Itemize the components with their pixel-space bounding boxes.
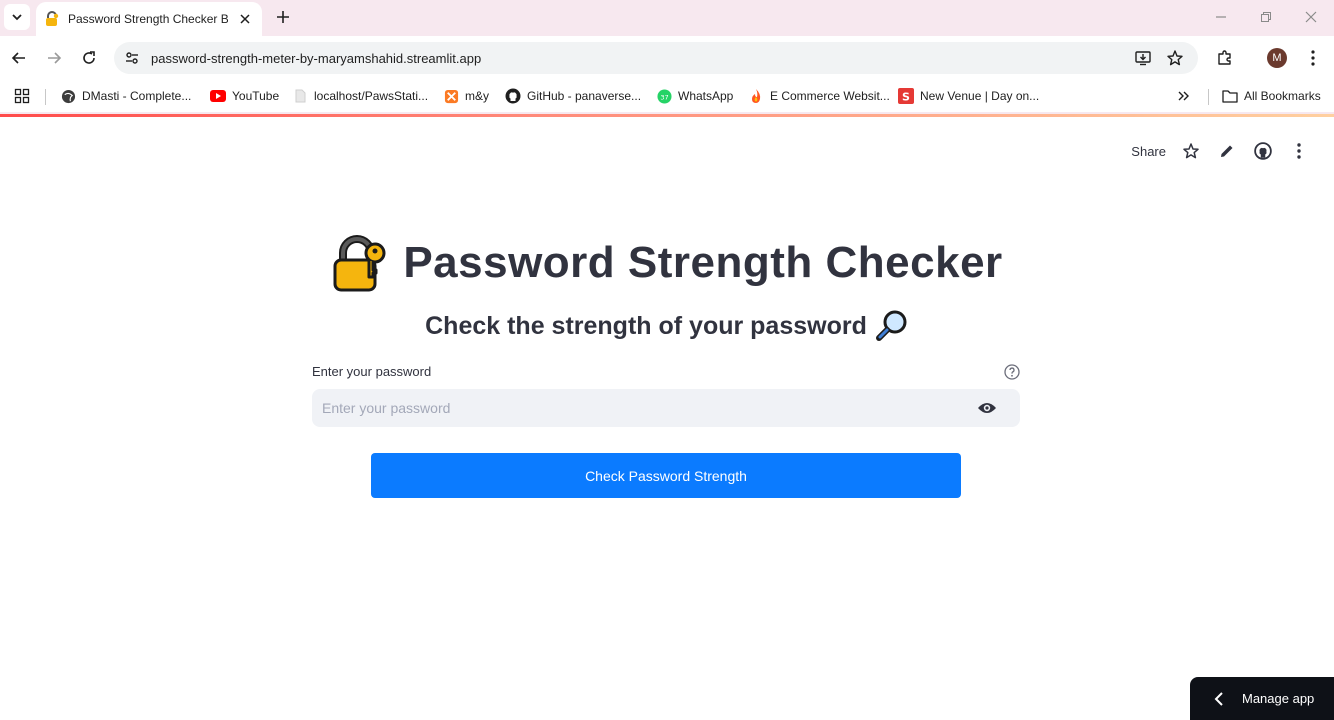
app-page: Share Password Strength Checker Check th… [0, 117, 1334, 720]
close-icon[interactable] [236, 10, 254, 28]
s-brand-icon: S [898, 88, 914, 104]
page-title: Password Strength Checker [403, 238, 1003, 287]
install-app-icon[interactable] [1132, 47, 1154, 69]
extensions-button[interactable] [1214, 47, 1236, 69]
address-bar[interactable]: password-strength-meter-by-maryamshahid.… [114, 42, 1198, 74]
bookmark-item[interactable]: GitHub - panaverse... [505, 86, 641, 106]
tab-title: Password Strength Checker By M [68, 12, 228, 26]
svg-text:37: 37 [660, 93, 668, 101]
folder-icon [1222, 88, 1238, 104]
xampp-icon [443, 88, 459, 104]
show-password-toggle[interactable] [976, 397, 998, 419]
chevron-down-icon [12, 14, 22, 21]
apps-grid-icon [14, 88, 30, 104]
reload-icon [83, 51, 95, 64]
page-subtitle: Check the strength of your password [425, 311, 867, 340]
star-icon[interactable] [1180, 140, 1202, 162]
title-row: Password Strength Checker [0, 233, 1334, 293]
profile-avatar[interactable]: M [1267, 48, 1287, 68]
bookmark-item[interactable]: E Commerce Websit... [748, 86, 890, 106]
apps-button[interactable] [14, 86, 30, 106]
forward-button[interactable] [43, 47, 65, 69]
bookmark-divider [45, 89, 46, 105]
more-bookmarks-button[interactable] [1176, 86, 1190, 106]
minimize-icon [1216, 16, 1226, 18]
bookmark-item[interactable]: 37 WhatsApp [656, 86, 733, 106]
url-text[interactable]: password-strength-meter-by-maryamshahid.… [151, 51, 481, 66]
bookmark-item[interactable]: m&y [443, 86, 489, 106]
lock-with-key-icon [333, 235, 386, 292]
close-window-button[interactable] [1300, 6, 1322, 28]
password-label: Enter your password [312, 364, 432, 379]
browser-toolbar: password-strength-meter-by-maryamshahid.… [0, 36, 1334, 80]
magnifying-glass-icon [875, 310, 907, 341]
github-icon[interactable] [1252, 140, 1274, 162]
minimize-button[interactable] [1210, 6, 1232, 28]
globe-icon [60, 88, 76, 104]
browser-menu-button[interactable] [1302, 47, 1324, 69]
new-tab-button[interactable] [272, 6, 294, 28]
eye-icon [978, 403, 996, 413]
bookmarks-bar: DMasti - Complete... YouTube localhost/P… [0, 80, 1334, 112]
bookmark-divider [1208, 89, 1209, 105]
manage-app-button[interactable]: Manage app [1190, 677, 1334, 720]
bookmark-item[interactable]: DMasti - Complete... [60, 86, 191, 106]
svg-text:S: S [902, 91, 910, 104]
bookmark-item[interactable]: YouTube [210, 86, 279, 106]
check-password-strength-button[interactable]: Check Password Strength [371, 453, 961, 498]
bookmark-item[interactable]: S New Venue | Day on... [898, 86, 1039, 106]
help-icon[interactable] [1003, 363, 1021, 381]
arrow-right-icon [48, 52, 62, 64]
back-button[interactable] [8, 47, 30, 69]
tab-active[interactable]: Password Strength Checker By M [36, 2, 262, 36]
bookmark-star-icon[interactable] [1164, 47, 1186, 69]
password-input[interactable] [312, 389, 1020, 427]
all-bookmarks-button[interactable]: All Bookmarks [1222, 86, 1321, 106]
plus-icon [277, 11, 289, 23]
youtube-icon [210, 88, 226, 104]
reload-button[interactable] [78, 47, 100, 69]
edit-pencil-icon[interactable] [1216, 140, 1238, 162]
subtitle-row: Check the strength of your password [0, 309, 1334, 343]
restore-icon [1261, 12, 1271, 22]
browser-frame: Password Strength Checker By M [0, 0, 1334, 116]
kebab-menu-icon [1311, 50, 1315, 66]
puzzle-icon [1218, 50, 1231, 65]
tab-strip: Password Strength Checker By M [0, 0, 1334, 36]
double-chevron-right-icon [1178, 91, 1189, 101]
whatsapp-icon: 37 [656, 88, 672, 104]
page-icon [292, 88, 308, 104]
lock-emoji-icon [44, 11, 60, 27]
github-icon [505, 88, 521, 104]
restore-button[interactable] [1255, 6, 1277, 28]
bookmark-item[interactable]: localhost/PawsStati... [292, 86, 428, 106]
site-settings-icon[interactable] [118, 44, 146, 72]
manage-app-label: Manage app [1242, 691, 1315, 706]
app-header-toolbar: Share [1131, 139, 1310, 163]
close-icon [1305, 11, 1317, 23]
chevron-left-icon [1212, 691, 1226, 706]
arrow-left-icon [11, 52, 25, 64]
tab-search-button[interactable] [4, 4, 30, 30]
share-button[interactable]: Share [1131, 144, 1166, 159]
kebab-menu-icon[interactable] [1288, 140, 1310, 162]
fire-icon [748, 88, 764, 104]
